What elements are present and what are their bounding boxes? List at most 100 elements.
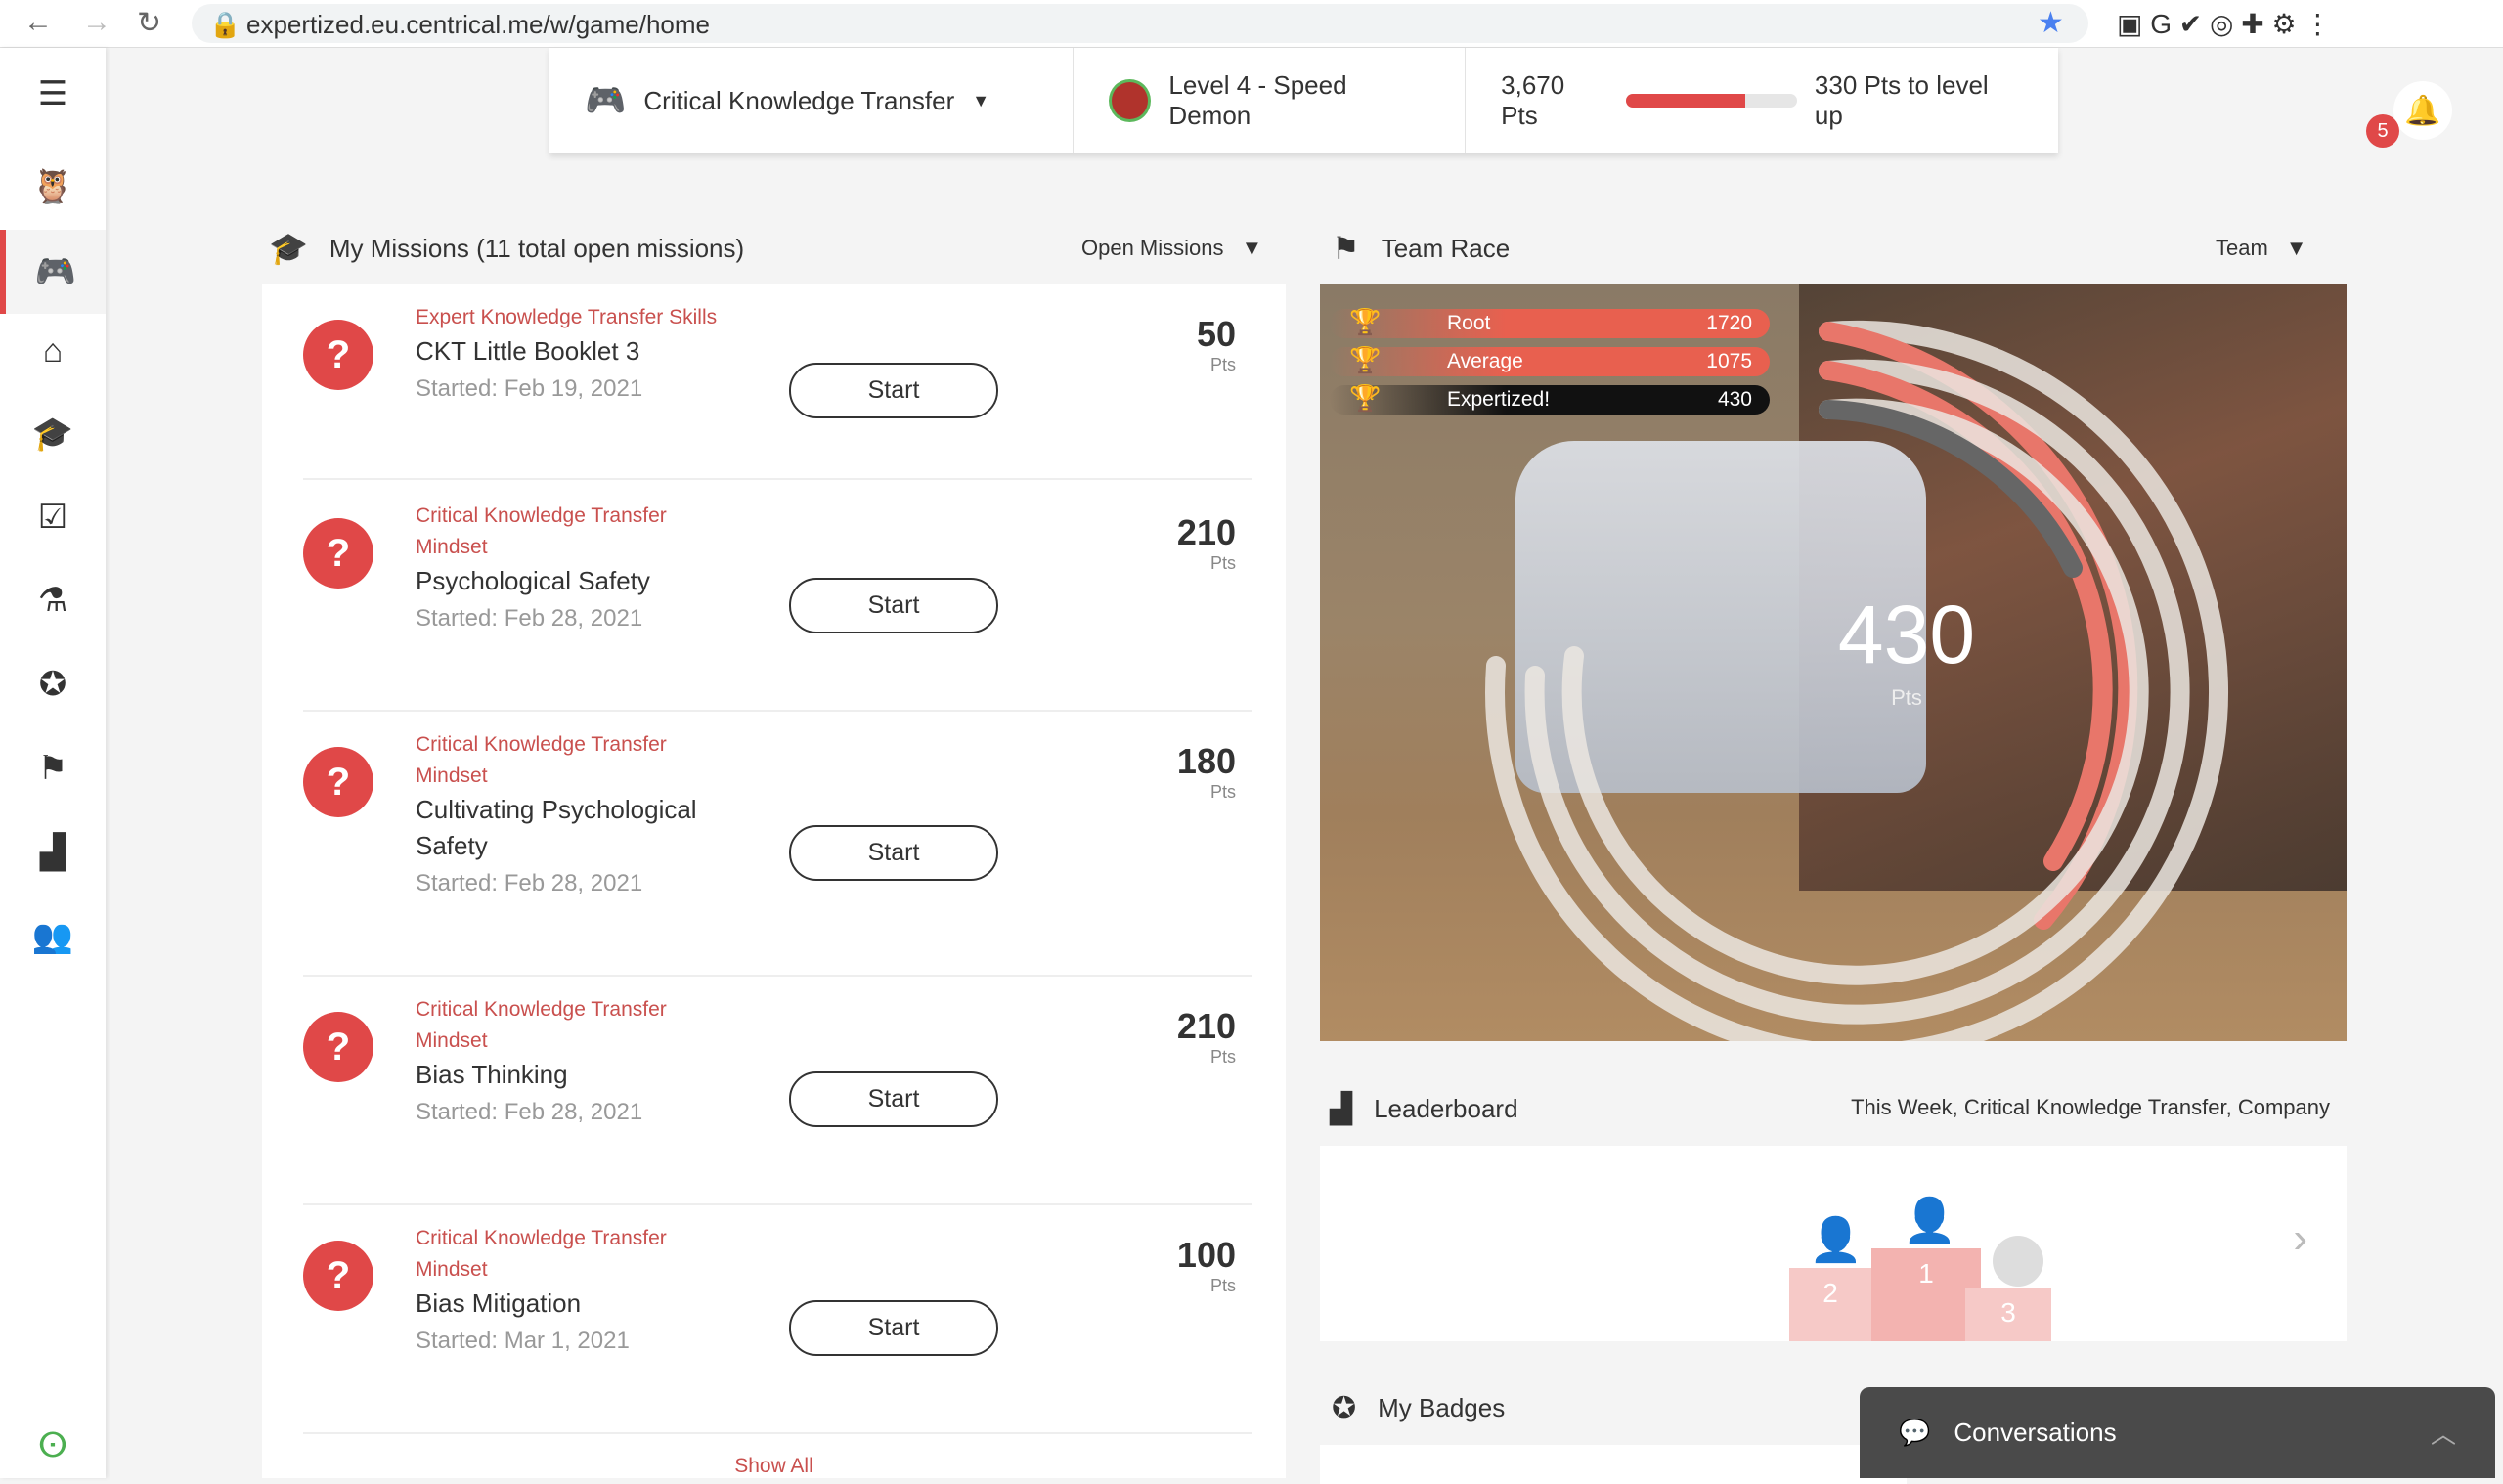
sidebar-item-home[interactable]: ⌂ (0, 317, 106, 385)
start-button[interactable]: Start (789, 1071, 998, 1127)
points-unit: Pts (1209, 1276, 1236, 1295)
mission-started: Started: Feb 28, 2021 (416, 605, 643, 632)
back-icon[interactable]: ← (23, 6, 53, 39)
extension-icons[interactable]: ▣ G ✔ ◎ ✚ ⚙ ⋮ (2117, 8, 2331, 40)
mission-item[interactable]: ? Expert Knowledge Transfer Skills CKT L… (303, 284, 1252, 480)
show-all-link[interactable]: Show All (262, 1455, 1286, 1478)
race-row-value: 1075 (1706, 350, 1752, 372)
race-row-name: Root (1447, 312, 1491, 334)
trophy-icon: 🏆 (1349, 307, 1382, 336)
forward-icon[interactable]: → (82, 6, 111, 39)
sidebar-item-badges[interactable]: ✪ (0, 650, 106, 719)
race-score: 430 (1837, 589, 1976, 680)
mission-title[interactable]: CKT Little Booklet 3 (416, 333, 728, 370)
gamepad-icon: 🎮 (34, 253, 77, 290)
conversations-panel[interactable]: 💬 Conversations ︿ (1860, 1387, 2495, 1478)
points-text: 3,670 Pts (1501, 70, 1565, 130)
checklist-icon: ☑ (37, 499, 68, 536)
lock-icon: 🔒 (209, 10, 242, 39)
mission-item[interactable]: ? Critical Knowledge Transfer Mindset Cu… (303, 712, 1252, 977)
mission-points: 50 (1196, 314, 1236, 354)
mission-title[interactable]: Cultivating Psychological Safety (416, 792, 728, 864)
sidebar-item-teams[interactable]: 👥 (0, 902, 106, 971)
user-avatar[interactable] (1993, 1236, 2043, 1287)
flask-icon: ⚗ (37, 582, 68, 619)
mission-title[interactable]: Psychological Safety (416, 563, 728, 599)
chevron-right-icon[interactable]: › (2293, 1214, 2307, 1263)
conversations-label: Conversations (1954, 1418, 2117, 1447)
chevron-down-icon: ▼ (2285, 236, 2307, 260)
leaderboard-podium: 2 1 3 👤 👤 › (1320, 1146, 2347, 1341)
bookmark-star-icon[interactable]: ★ (2038, 6, 2064, 40)
points-unit: Pts (1209, 553, 1236, 573)
badges-title: My Badges (1378, 1393, 1506, 1422)
mission-item[interactable]: ? Critical Knowledge Transfer Mindset Bi… (303, 1205, 1252, 1434)
bell-icon[interactable]: 🔔 (2393, 81, 2452, 140)
mission-category: Critical Knowledge Transfer Mindset (416, 1227, 667, 1281)
game-selector[interactable]: 🎮 Critical Knowledge Transfer ▼ (549, 48, 1075, 153)
chevron-down-icon: ▼ (972, 90, 990, 110)
race-row-name: Expertized! (1447, 388, 1551, 411)
race-row-value: 430 (1717, 388, 1752, 411)
centrical-logo-icon: ⵙ (37, 1427, 68, 1464)
race-row: 🏆 Average 1075 (1330, 345, 1770, 376)
user-avatar-icon[interactable]: 👤 (1903, 1195, 1956, 1245)
missions-filter-dropdown[interactable]: Open Missions ▼ (1081, 236, 1262, 261)
question-icon: ? (303, 1241, 373, 1311)
sidebar-item-race[interactable]: ⚑ (0, 734, 106, 803)
missions-header: 🎓 My Missions (11 total open missions) (269, 230, 744, 267)
badge-icon: ✪ (38, 666, 67, 703)
mission-started: Started: Feb 28, 2021 (416, 870, 643, 896)
reload-icon[interactable]: ↻ (137, 6, 161, 40)
leaderboard-title: Leaderboard (1374, 1094, 1518, 1123)
sidebar-item-game[interactable]: 🎮 (0, 230, 106, 314)
avatar[interactable]: 🦉 (0, 153, 106, 221)
sidebar-item-tasks[interactable]: ☑ (0, 483, 106, 551)
question-icon: ? (303, 747, 373, 817)
url-text: expertized.eu.centrical.me/w/game/home (246, 10, 711, 39)
points-unit: Pts (1209, 355, 1236, 374)
team-race-header: ⚑ Team Race (1332, 230, 1510, 267)
to-level-text: 330 Pts to level up (1814, 70, 1989, 130)
race-filter-dropdown[interactable]: Team ▼ (2216, 236, 2307, 261)
question-icon: ? (303, 1012, 373, 1082)
filter-label: Open Missions (1081, 236, 1224, 260)
start-button[interactable]: Start (789, 824, 998, 881)
home-icon: ⌂ (42, 331, 64, 370)
game-status-card: 🎮 Critical Knowledge Transfer ▼ Level 4 … (549, 48, 2058, 153)
leaderboard-filter[interactable]: This Week, Critical Knowledge Transfer, … (1851, 1095, 2330, 1120)
badges-card (1320, 1445, 1907, 1484)
user-avatar-icon[interactable]: 👤 (1809, 1214, 1863, 1265)
start-button[interactable]: Start (789, 578, 998, 633)
sidebar-item-challenges[interactable]: ⚗ (0, 566, 106, 634)
mission-item[interactable]: ? Critical Knowledge Transfer Mindset Ps… (303, 483, 1252, 712)
address-bar[interactable]: 🔒 expertized.eu.centrical.me/w/game/home… (192, 4, 2088, 43)
chevron-down-icon: ▼ (1241, 236, 1263, 260)
sidebar-item-leaderboard[interactable]: ▟ (0, 818, 106, 887)
trophy-icon: 🏆 (1349, 383, 1382, 413)
team-race-visual[interactable]: 🏆 Root 1720 🏆 Average 1075 🏆 Expertized! 430 430… (1320, 284, 2347, 1041)
race-row: 🏆 Root 1720 (1330, 307, 1770, 338)
start-button[interactable]: Start (789, 1300, 998, 1356)
trophy-icon: 🏆 (1349, 345, 1382, 374)
mission-category: Critical Knowledge Transfer Mindset (416, 733, 667, 787)
start-button[interactable]: Start (789, 363, 998, 418)
podium-icon: ▟ (39, 834, 66, 871)
missions-list: ? Expert Knowledge Transfer Skills CKT L… (262, 284, 1286, 1478)
game-name: Critical Knowledge Transfer (643, 85, 955, 115)
mission-item[interactable]: ? Critical Knowledge Transfer Mindset Bi… (303, 977, 1252, 1205)
mission-title[interactable]: Bias Mitigation (416, 1286, 728, 1322)
badge-icon: ✪ (1332, 1392, 1357, 1424)
mission-points: 100 (1176, 1235, 1236, 1275)
mission-started: Started: Feb 28, 2021 (416, 1099, 643, 1125)
podium-2nd: 2 (1789, 1268, 1871, 1341)
mission-category: Expert Knowledge Transfer Skills (416, 306, 718, 328)
podium-3rd: 3 (1965, 1288, 2051, 1341)
badges-header: ✪ My Badges (1332, 1391, 1505, 1425)
mission-points: 180 (1176, 741, 1236, 781)
menu-icon[interactable]: ☰ (0, 60, 106, 128)
mission-title[interactable]: Bias Thinking (416, 1057, 728, 1093)
sidebar-item-missions[interactable]: 🎓 (0, 400, 106, 468)
chevron-up-icon[interactable]: ︿ (2431, 1415, 2456, 1451)
points-unit: Pts (1209, 782, 1236, 802)
